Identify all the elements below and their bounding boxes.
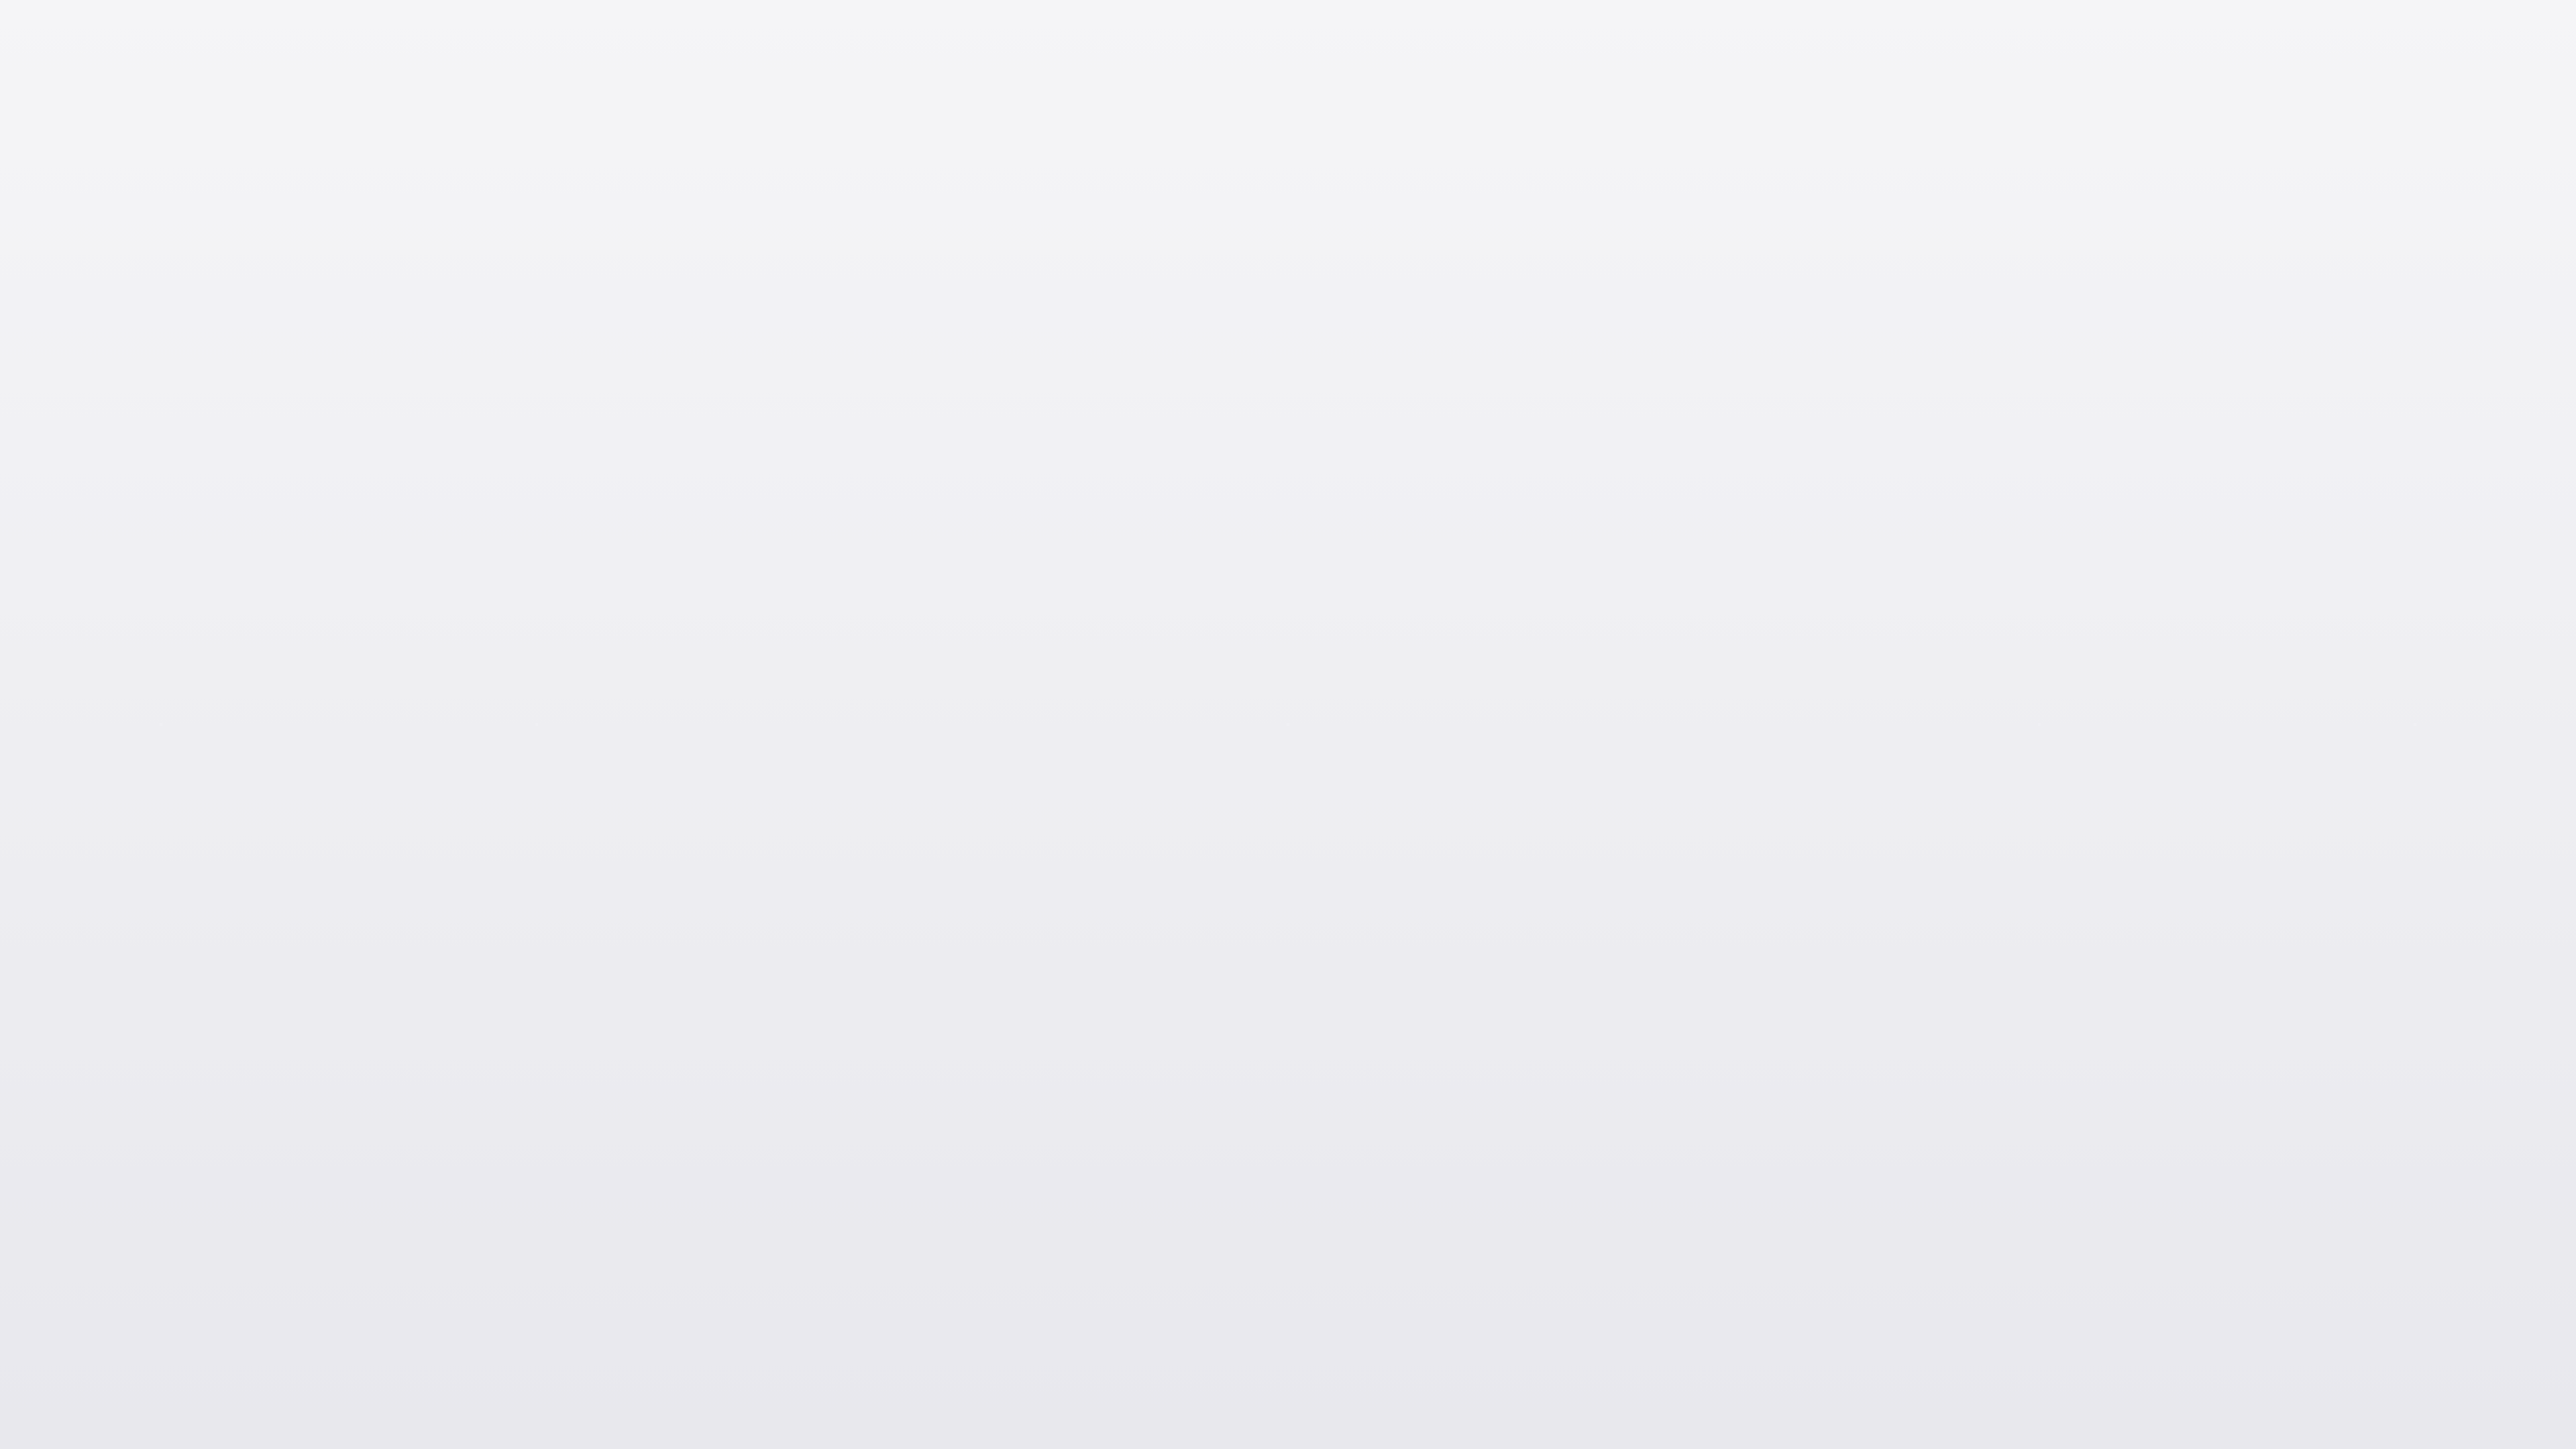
phones-container: 9:41 ●●●● ▲ 🔋 💬 Messages Luis suggested … (80, 87, 2496, 1362)
